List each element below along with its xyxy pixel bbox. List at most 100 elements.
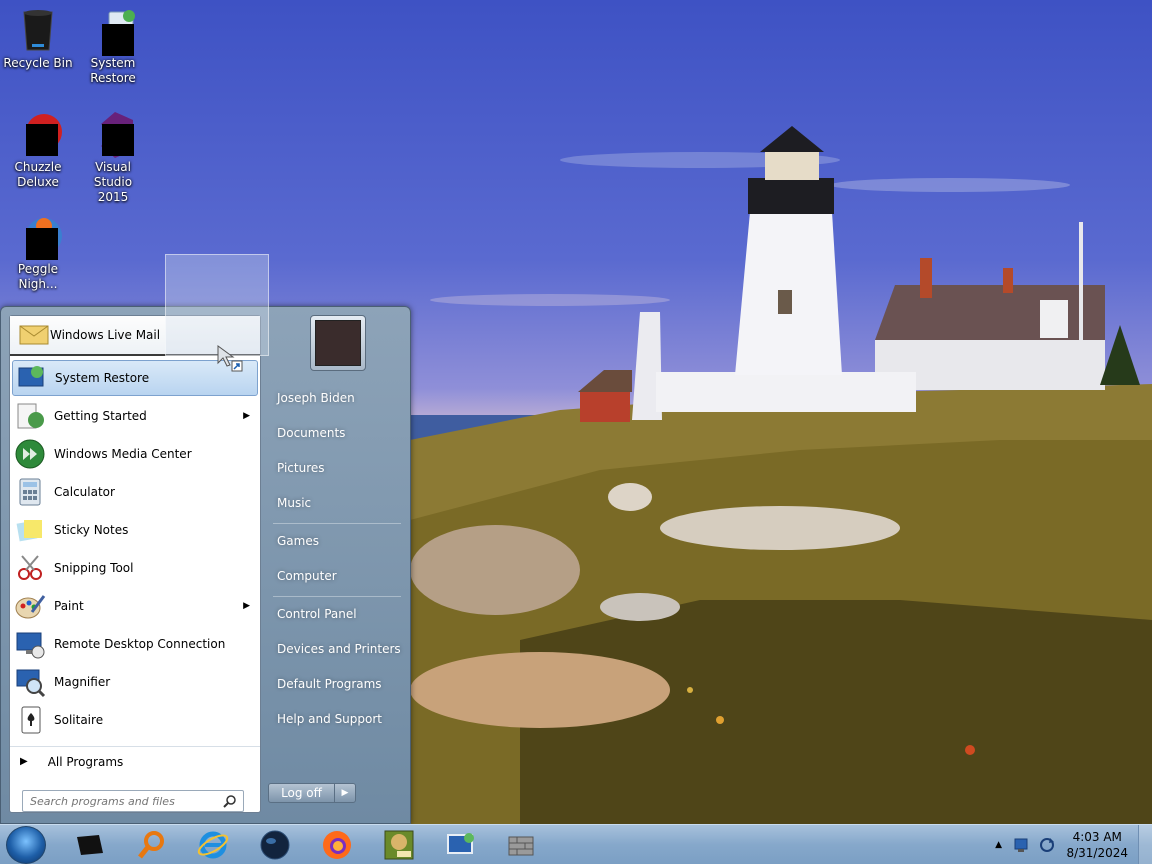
submenu-arrow-icon: ▶ [243,411,250,421]
start-menu-programs-pane: Windows Live Mail System Restore Getting… [9,315,261,813]
search-box[interactable] [22,790,244,812]
all-programs-button[interactable]: ▶ All Programs [10,746,260,776]
sticky-notes-icon [14,514,46,546]
icon-placeholder [26,228,58,260]
solitaire-icon [14,704,46,736]
link-default-programs[interactable]: Default Programs [273,669,407,699]
notification-area: ▲ [995,825,1056,864]
all-programs-label: All Programs [47,754,124,769]
taskbar-system-restore[interactable] [436,827,486,863]
menu-item-magnifier[interactable]: Magnifier [12,664,258,700]
menu-item-label: Magnifier [54,675,111,689]
terminal-icon [77,835,103,855]
desktop-icon-chuzzle-deluxe[interactable]: Chuzzle Deluxe [2,110,74,190]
drag-ghost [165,254,269,356]
arrow-right-icon: ▶ [20,756,28,767]
taskbar-game-box[interactable] [374,827,424,863]
divider [273,596,401,597]
menu-item-sticky-notes[interactable]: Sticky Notes [12,512,258,548]
search-input[interactable] [30,794,220,808]
link-help-and-support[interactable]: Help and Support [273,704,407,734]
clock-date: 8/31/2024 [1066,846,1128,860]
recycle-bin-icon [14,6,62,54]
menu-item-label: Remote Desktop Connection [54,637,226,651]
start-button[interactable] [6,826,46,864]
paint-icon [14,590,46,622]
calculator-icon [14,476,46,508]
internet-explorer-icon [197,831,229,859]
mouse-cursor-icon [217,345,243,372]
link-devices-and-printers[interactable]: Devices and Printers [273,634,407,664]
menu-item-windows-media-center[interactable]: Windows Media Center [12,436,258,472]
link-user-folder[interactable]: Joseph Biden [273,383,407,413]
link-documents[interactable]: Documents [273,418,407,448]
media-center-icon [14,438,46,470]
menu-item-label: Sticky Notes [54,523,129,537]
mail-icon [18,318,50,353]
remote-desktop-icon [14,628,46,660]
magnifier-icon [14,666,46,698]
wall-icon [508,836,534,856]
user-picture[interactable] [310,315,366,371]
clock-time: 4:03 AM [1072,830,1122,844]
link-computer[interactable]: Computer [273,561,407,591]
desktop-icon-visual-studio-2015[interactable]: Visual Studio 2015 [77,110,149,205]
link-games[interactable]: Games [273,526,407,556]
menu-item-label: Calculator [54,485,115,499]
desktop-icon-label: Peggle Nigh... [17,262,59,291]
desktop-icon-recycle-bin[interactable]: Recycle Bin [2,6,74,71]
taskbar: ▲ 4:03 AM 8/31/2024 [0,824,1152,864]
menu-item-snipping-tool[interactable]: Snipping Tool [12,550,258,586]
link-control-panel[interactable]: Control Panel [273,599,407,629]
menu-item-calculator[interactable]: Calculator [12,474,258,510]
taskbar-globe[interactable] [250,827,300,863]
system-restore-icon [15,362,47,394]
menu-item-label: Windows Media Center [54,447,192,461]
chuzzle-icon [14,110,62,158]
search-tool-icon [138,831,164,859]
avatar [315,320,361,366]
menu-item-solitaire[interactable]: Solitaire [12,702,258,738]
game-box-icon [384,830,414,860]
chevron-up-icon[interactable]: ▲ [995,840,1002,850]
start-menu-places-pane: Joseph Biden Documents Pictures Music Ga… [265,307,411,823]
desktop-icon-label: Chuzzle Deluxe [14,160,62,189]
taskbar-wall-app[interactable] [496,827,546,863]
desktop-icon-label: System Restore [90,56,136,85]
link-pictures[interactable]: Pictures [273,453,407,483]
getting-started-icon [14,400,46,432]
menu-item-remote-desktop-connection[interactable]: Remote Desktop Connection [12,626,258,662]
menu-item-label: Getting Started [54,409,147,423]
taskbar-terminal[interactable] [64,827,114,863]
menu-item-getting-started[interactable]: Getting Started ▶ [12,398,258,434]
desktop-icon-system-restore[interactable]: System Restore [77,6,149,86]
desktop-icon-label: Visual Studio 2015 [93,160,133,204]
icon-placeholder [26,124,58,156]
menu-item-label: Solitaire [54,713,104,727]
logoff-button[interactable]: Log off [269,784,335,802]
taskbar-firefox[interactable] [312,827,362,863]
menu-item-label: Paint [54,599,84,613]
show-desktop-button[interactable] [1138,825,1152,864]
menu-item-label: Snipping Tool [54,561,134,575]
globe-icon [260,830,290,860]
network-icon[interactable] [1012,836,1030,854]
icon-placeholder [102,24,134,56]
taskbar-internet-explorer[interactable] [188,827,238,863]
menu-item-paint[interactable]: Paint ▶ [12,588,258,624]
taskbar-search-tool[interactable] [126,827,176,863]
logoff-button-group: Log off ▶ [268,783,356,803]
peggle-icon [14,212,62,260]
snipping-tool-icon [14,552,46,584]
desktop-icon-peggle-nights[interactable]: Peggle Nigh... [2,212,74,292]
sync-icon[interactable] [1038,836,1056,854]
visual-studio-icon [89,110,137,158]
system-clock[interactable]: 4:03 AM 8/31/2024 [1066,829,1128,861]
system-restore-icon [447,833,474,854]
search-icon[interactable] [223,794,237,811]
shutdown-options-arrow-icon[interactable]: ▶ [335,784,355,802]
link-music[interactable]: Music [273,488,407,518]
icon-placeholder [102,124,134,156]
system-restore-icon [89,6,137,56]
menu-item-label: System Restore [55,371,150,385]
